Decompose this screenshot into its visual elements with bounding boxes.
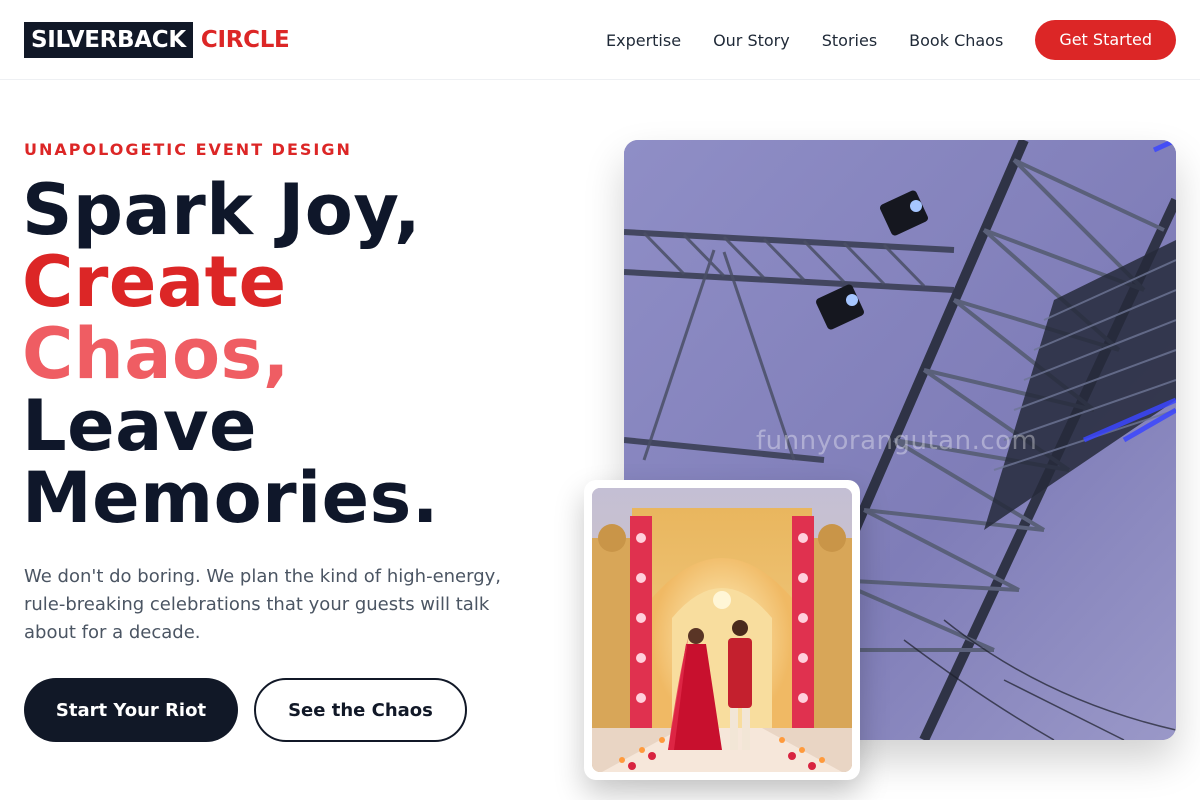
hero-description: We don't do boring. We plan the kind of … xyxy=(24,566,502,643)
nav-link-expertise[interactable]: Expertise xyxy=(606,31,681,50)
nav-link-book-chaos[interactable]: Book Chaos xyxy=(909,31,1003,50)
nav-link-our-story[interactable]: Our Story xyxy=(713,31,790,50)
headline-line-3: Chaos, xyxy=(22,313,290,395)
headline-line-4: Leave xyxy=(22,385,257,467)
wedding-couple-illustration xyxy=(592,488,852,772)
get-started-button[interactable]: Get Started xyxy=(1035,20,1176,60)
wedding-couple-image xyxy=(592,488,852,772)
nav-link-stories[interactable]: Stories xyxy=(822,31,877,50)
headline-line-2: Create xyxy=(22,241,287,323)
wedding-photo-card xyxy=(584,480,860,780)
headline-line-5: Memories. xyxy=(22,457,439,539)
brand-name: SILVERBACK xyxy=(24,22,193,58)
brand-accent: CIRCLE xyxy=(200,27,290,53)
main-nav: Expertise Our Story Stories Book Chaos G… xyxy=(606,20,1176,60)
watermark-text: funnyorangutan.com xyxy=(756,426,1038,456)
start-your-riot-button[interactable]: Start Your Riot xyxy=(24,678,238,742)
see-the-chaos-button[interactable]: See the Chaos xyxy=(254,678,467,742)
hero-headline: Spark Joy, Create Chaos, Leave Memories. xyxy=(22,174,439,534)
brand-logo[interactable]: SILVERBACK CIRCLE xyxy=(24,22,290,58)
site-header: SILVERBACK CIRCLE Expertise Our Story St… xyxy=(0,0,1200,80)
hero-eyebrow: UNAPOLOGETIC EVENT DESIGN xyxy=(24,140,352,159)
headline-line-1: Spark Joy, xyxy=(22,169,422,251)
